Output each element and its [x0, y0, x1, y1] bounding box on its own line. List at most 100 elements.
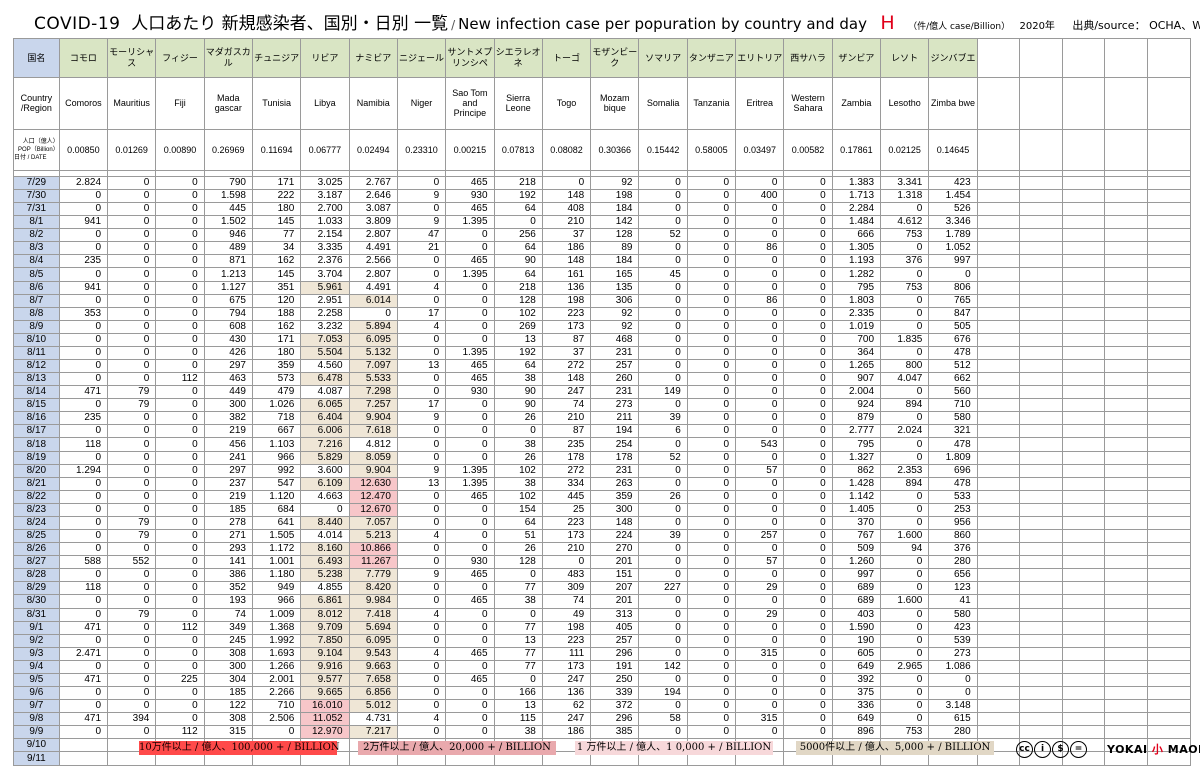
empty-cell: [1104, 385, 1149, 400]
header-row-pop: 人口（億人）POP（Billion） 日付 / DATE 0.00850 0.0126…: [13, 128, 1191, 171]
table-row: 8/17 0 0 0 219 667 6.006 7.618 0 0 0 87 194 6 0 0 0 2.777…: [13, 424, 1191, 439]
empty-cell: [1104, 280, 1149, 295]
country-name-en: Mozam bique: [590, 77, 640, 130]
value-cell: 2.154: [300, 228, 350, 243]
table-row: 9/3 2.471 0 0 308 1.693 9.104 9.543 4 465 77 111 296…: [13, 646, 1191, 661]
value-cell: 278: [203, 515, 253, 531]
empty-cell: [1019, 555, 1063, 570]
empty-cell: [1019, 398, 1063, 413]
date-cell: 9/2: [13, 633, 60, 648]
value-cell: 47: [396, 228, 447, 243]
value-cell: 210: [541, 215, 592, 230]
value-cell: 7.658: [348, 672, 398, 687]
value-cell: 0: [445, 293, 495, 308]
value-cell: 0: [155, 568, 205, 583]
empty-cell: [1061, 372, 1106, 387]
value-cell: 6.856: [348, 685, 398, 701]
value-cell: 0: [155, 450, 205, 465]
value-cell: 1.395: [445, 215, 495, 230]
value-cell: 1.590: [831, 620, 882, 635]
empty-cell: [1061, 633, 1106, 648]
value-cell: 0: [107, 345, 157, 361]
value-cell: 0: [783, 515, 833, 531]
value-cell: 0: [493, 568, 543, 583]
value-cell: 0: [735, 359, 785, 374]
value-cell: 0: [155, 267, 205, 282]
value-cell: 1.502: [203, 215, 253, 230]
empty-cell: [1147, 476, 1191, 491]
value-cell: 9.709: [300, 620, 350, 635]
by-icon: i: [1034, 741, 1051, 758]
value-cell: 1.600: [880, 594, 930, 609]
value-cell: 0: [783, 594, 833, 609]
table-row: 8/6 941 0 0 1.127 351 5.961 4.491 4 0 218 136 135 0 0 0…: [13, 280, 1191, 295]
value-cell: 0: [735, 633, 785, 648]
empty-cell: [1104, 267, 1149, 282]
value-cell: 9: [396, 215, 447, 230]
value-cell: 29: [735, 581, 785, 596]
date-cell: 9/3: [13, 646, 60, 661]
value-cell: 0: [735, 568, 785, 583]
empty-cell: [1147, 646, 1191, 661]
empty-cell: [1104, 188, 1149, 204]
value-cell: 0: [107, 424, 157, 439]
empty-cell: [1104, 646, 1149, 661]
value-cell: 0: [783, 398, 833, 413]
value-cell: 0: [155, 293, 205, 308]
empty-cell: [1019, 633, 1063, 648]
table-row: 8/1 941 0 0 1.502 145 1.033 3.809 9 1.395 0 210 142 0…: [13, 215, 1191, 230]
value-cell: 112: [155, 372, 205, 387]
value-cell: 0: [155, 424, 205, 439]
empty-cell: [1147, 332, 1191, 347]
empty-cell: [976, 659, 1021, 674]
value-cell: 573: [251, 372, 302, 387]
value-cell: 615: [928, 712, 978, 727]
empty-cell: [1061, 529, 1106, 544]
value-cell: 0: [445, 515, 495, 531]
country-name-en: Libya: [300, 77, 350, 130]
empty-cell: [1019, 215, 1063, 230]
date-cell: 8/8: [13, 306, 60, 321]
date-cell: 8/27: [13, 555, 60, 570]
value-cell: 120: [251, 293, 302, 308]
value-cell: 0: [58, 502, 109, 517]
value-cell: 2.024: [880, 424, 930, 439]
value-cell: 0: [445, 306, 495, 321]
value-cell: 0: [638, 188, 688, 204]
value-cell: 4.560: [300, 359, 350, 374]
value-cell: 465: [445, 202, 495, 217]
value-cell: 12.470: [348, 489, 398, 504]
table-row: 9/8 471 394 0 308 2.506 11.052 4.731 4 0 115 247 296…: [13, 712, 1191, 727]
value-cell: 272: [541, 463, 592, 478]
value-cell: 141: [203, 555, 253, 570]
empty-cell: [1104, 319, 1149, 334]
table-row: 8/25 0 79 0 271 1.505 4.014 5.213 4 0 51 173 224 39 0 2…: [13, 529, 1191, 544]
value-cell: 0: [155, 202, 205, 217]
empty-cell: [1104, 228, 1149, 243]
value-cell: 173: [541, 659, 592, 674]
value-cell: 0: [686, 398, 737, 413]
value-cell: 0: [638, 202, 688, 217]
value-cell: 0: [686, 515, 737, 531]
value-cell: 77: [251, 228, 302, 243]
country-name-en: Sao Tom and Principe: [445, 77, 495, 130]
value-cell: 0: [445, 332, 495, 347]
empty-cell: [1019, 437, 1063, 452]
value-cell: 0: [735, 659, 785, 674]
value-cell: 34: [251, 241, 302, 256]
value-cell: 4.663: [300, 489, 350, 504]
legend-5k: 5000件以上 / 億人、5,000 + / BILLION: [796, 741, 994, 755]
date-cell: 8/4: [13, 254, 60, 269]
empty-cell: [976, 128, 1021, 171]
value-cell: 465: [445, 372, 495, 387]
value-cell: 405: [590, 620, 640, 635]
value-cell: 710: [928, 398, 978, 413]
value-cell: 0: [155, 529, 205, 544]
value-cell: 4: [396, 607, 447, 622]
value-cell: 92: [590, 175, 640, 191]
value-cell: 930: [445, 385, 495, 400]
date-cell: 8/26: [13, 542, 60, 557]
empty-cell: [976, 188, 1021, 204]
value-cell: 0: [396, 659, 447, 674]
nc-icon: $: [1052, 741, 1069, 758]
